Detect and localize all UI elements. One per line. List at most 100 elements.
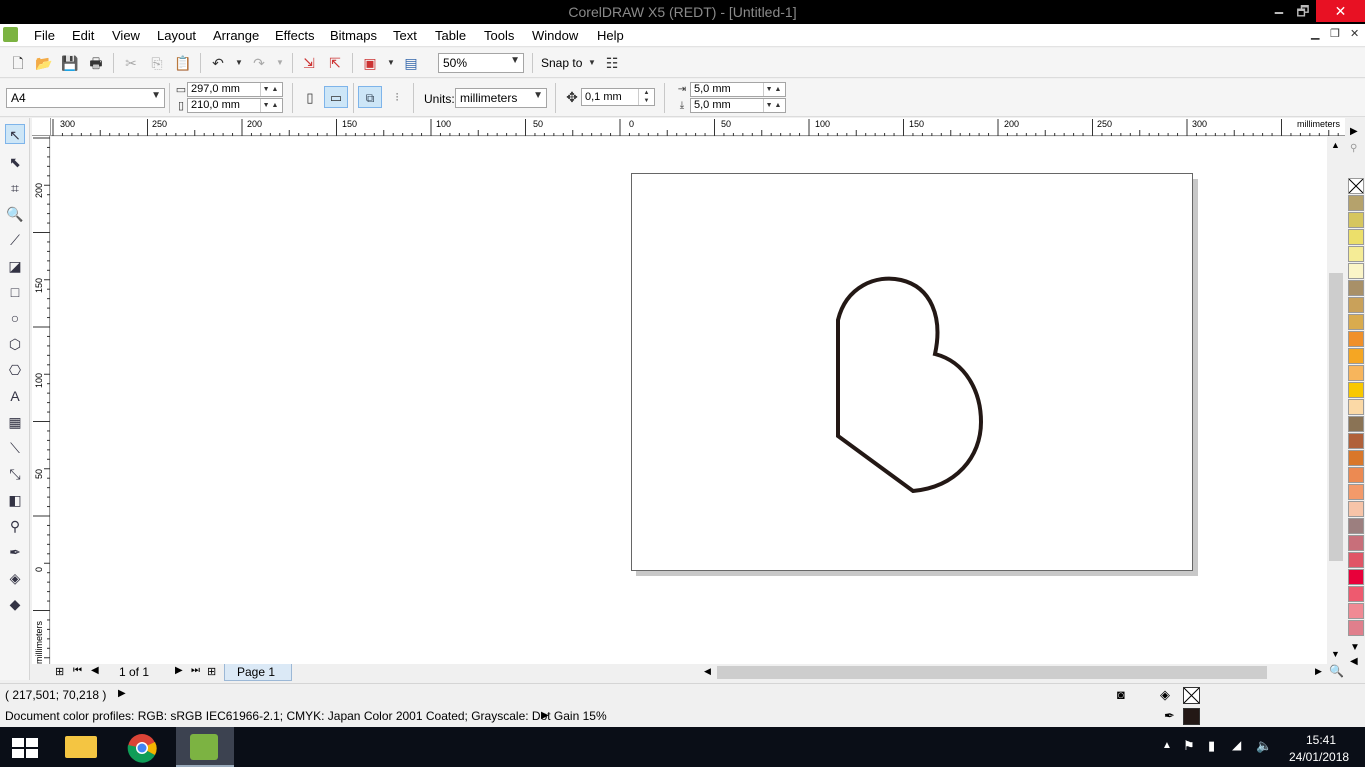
- import-icon[interactable]: ⇲: [300, 54, 318, 72]
- minimize-button[interactable]: 🗕: [1268, 0, 1290, 22]
- menu-help[interactable]: Help: [597, 28, 624, 43]
- menu-effects[interactable]: Effects: [275, 28, 315, 43]
- interactive-fill-tool-icon[interactable]: ◆: [5, 594, 25, 614]
- units-combo[interactable]: millimeters ▼: [455, 88, 547, 108]
- profiles-expand-icon[interactable]: ▶: [541, 710, 549, 721]
- doc-close-icon[interactable]: ✕: [1350, 27, 1359, 40]
- ellipse-tool-icon[interactable]: ○: [5, 308, 25, 328]
- drawing-canvas[interactable]: [51, 137, 1327, 664]
- connector-tool-icon[interactable]: ⤡: [5, 464, 25, 484]
- clock-date[interactable]: 24/01/2018: [1289, 750, 1349, 764]
- portrait-icon[interactable]: ▯: [301, 89, 319, 107]
- menu-file[interactable]: File: [34, 28, 55, 43]
- launcher-dropdown-icon[interactable]: ▼: [382, 54, 400, 72]
- color-swatch[interactable]: [1348, 603, 1364, 619]
- network-icon[interactable]: ◢: [1232, 738, 1241, 752]
- polygon-tool-icon[interactable]: ⬡: [5, 334, 25, 354]
- previous-page-icon[interactable]: ◀: [91, 665, 99, 676]
- open-folder-icon[interactable]: 📂: [35, 54, 53, 72]
- new-document-icon[interactable]: 🗋: [9, 54, 27, 72]
- color-swatch[interactable]: [1348, 433, 1364, 449]
- undo-dropdown-icon[interactable]: ▼: [230, 54, 248, 72]
- application-launcher-icon[interactable]: ▣: [361, 54, 379, 72]
- zoom-navigator-icon[interactable]: 🔍: [1329, 664, 1344, 678]
- menu-view[interactable]: View: [112, 28, 140, 43]
- print-icon[interactable]: 🖶: [87, 54, 105, 72]
- vertical-scroll-thumb[interactable]: [1329, 273, 1343, 561]
- maximize-button[interactable]: 🗗: [1292, 0, 1314, 22]
- menu-table[interactable]: Table: [435, 28, 466, 43]
- color-swatch[interactable]: [1348, 365, 1364, 381]
- color-swatch[interactable]: [1348, 280, 1364, 296]
- table-tool-icon[interactable]: ▦: [5, 412, 25, 432]
- color-swatch[interactable]: [1348, 518, 1364, 534]
- scroll-down-icon[interactable]: ▼: [1331, 649, 1340, 659]
- vertical-scrollbar[interactable]: ▲ ▼: [1327, 137, 1345, 664]
- zoom-combo[interactable]: 50% ▼: [438, 53, 524, 73]
- page-height-field[interactable]: 210,0 mm ▼▲: [187, 98, 283, 113]
- copy-icon[interactable]: ⎘: [148, 54, 166, 72]
- app-icon[interactable]: [3, 27, 18, 42]
- doc-minimize-icon[interactable]: ▁: [1311, 27, 1319, 40]
- export-icon[interactable]: ⇱: [326, 54, 344, 72]
- outline-pen-tool-icon[interactable]: ✒: [5, 542, 25, 562]
- zoom-tool-icon[interactable]: 🔍: [5, 204, 25, 224]
- color-swatch[interactable]: [1348, 416, 1364, 432]
- text-tool-icon[interactable]: A: [5, 386, 25, 406]
- horizontal-ruler[interactable]: 300 250 200 150 100 50 0 50 100 150 200 …: [51, 118, 1345, 136]
- smart-fill-tool-icon[interactable]: ◪: [5, 256, 25, 276]
- color-swatch[interactable]: [1348, 467, 1364, 483]
- doc-restore-icon[interactable]: ❐: [1330, 27, 1340, 40]
- no-fill-swatch[interactable]: [1348, 178, 1364, 194]
- save-icon[interactable]: 💾: [61, 54, 79, 72]
- pick-tool-icon[interactable]: ↖: [5, 124, 25, 144]
- volume-icon[interactable]: 🔈: [1256, 738, 1272, 754]
- flag-icon[interactable]: ⚑: [1183, 738, 1195, 754]
- menu-bitmaps[interactable]: Bitmaps: [330, 28, 377, 43]
- chrome-task[interactable]: [114, 727, 172, 767]
- ruler-origin[interactable]: [32, 118, 51, 136]
- current-page-icon[interactable]: ⫶: [388, 89, 406, 107]
- color-swatch[interactable]: [1348, 348, 1364, 364]
- color-swatch[interactable]: [1348, 620, 1364, 636]
- welcome-screen-icon[interactable]: ▤: [402, 54, 420, 72]
- add-page-before-icon[interactable]: ⊞: [55, 665, 64, 678]
- spinner-arrows-icon[interactable]: ▼▲: [763, 83, 785, 96]
- color-swatch[interactable]: [1348, 382, 1364, 398]
- snap-to-button[interactable]: Snap to: [541, 56, 582, 70]
- status-expand-icon[interactable]: ▶: [118, 688, 126, 699]
- page-width-field[interactable]: 297,0 mm ▼▲: [187, 82, 283, 97]
- spinner-arrows-icon[interactable]: ▼▲: [763, 99, 785, 112]
- power-icon[interactable]: ▮: [1208, 738, 1215, 754]
- menu-layout[interactable]: Layout: [157, 28, 196, 43]
- palette-expand-icon[interactable]: ◀: [1350, 656, 1358, 667]
- color-swatch[interactable]: [1348, 297, 1364, 313]
- color-swatch[interactable]: [1348, 331, 1364, 347]
- spinner-arrows-icon[interactable]: ▼▲: [260, 99, 282, 112]
- color-swatch[interactable]: [1348, 535, 1364, 551]
- color-swatch[interactable]: [1348, 450, 1364, 466]
- paste-icon[interactable]: 📋: [174, 54, 192, 72]
- dimension-tool-icon[interactable]: ⟍: [5, 438, 25, 458]
- snap-dropdown-icon[interactable]: ▼: [583, 54, 601, 72]
- color-swatch[interactable]: [1348, 229, 1364, 245]
- color-swatch[interactable]: [1348, 399, 1364, 415]
- scroll-left-icon[interactable]: ◀: [704, 666, 711, 677]
- scroll-right-icon[interactable]: ▶: [1315, 666, 1322, 677]
- first-page-icon[interactable]: ⏮: [73, 665, 82, 676]
- menu-arrange[interactable]: Arrange: [213, 28, 259, 43]
- color-swatch[interactable]: [1348, 195, 1364, 211]
- vertical-ruler[interactable]: 200 150 100 50 0 millimeters: [32, 136, 50, 664]
- color-swatch[interactable]: [1348, 484, 1364, 500]
- menu-text[interactable]: Text: [393, 28, 417, 43]
- rectangle-tool-icon[interactable]: □: [5, 282, 25, 302]
- color-swatch[interactable]: [1348, 246, 1364, 262]
- color-swatch[interactable]: [1348, 586, 1364, 602]
- heart-curve-shape[interactable]: [51, 137, 1327, 664]
- interactive-blend-tool-icon[interactable]: ◧: [5, 490, 25, 510]
- page-size-combo[interactable]: A4 ▼: [6, 88, 165, 108]
- nudge-field[interactable]: 0,1 mm ▲ ▼: [581, 88, 655, 106]
- menu-window[interactable]: Window: [532, 28, 578, 43]
- tab-page-1[interactable]: Page 1: [224, 664, 292, 681]
- scroll-up-icon[interactable]: ▲: [1331, 140, 1340, 150]
